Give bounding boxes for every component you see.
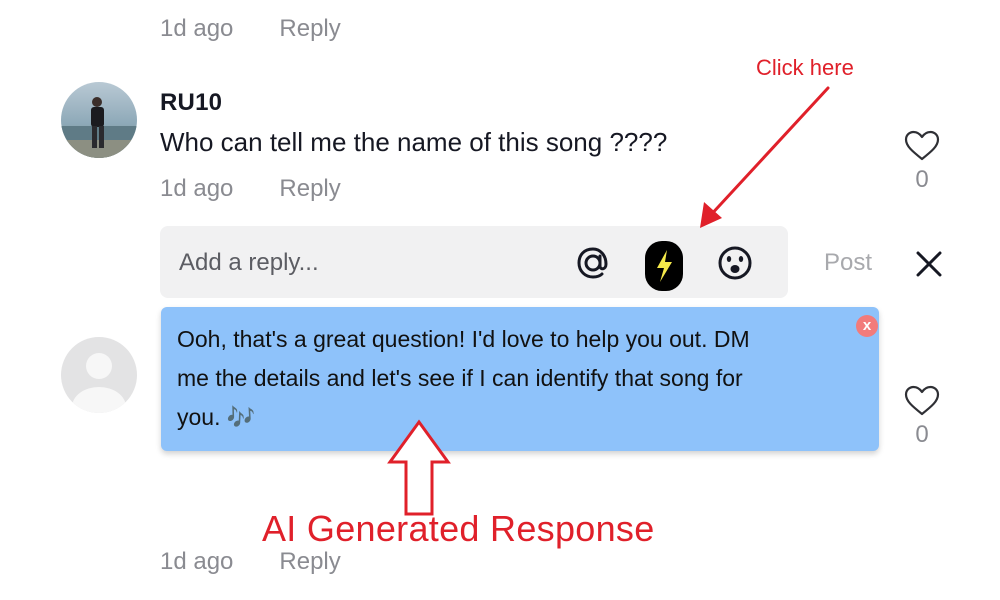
comment-time: 1d ago [160,15,234,42]
reply-link[interactable]: Reply [279,548,340,575]
comment-username[interactable]: RU10 [160,89,222,117]
like-count: 0 [915,421,929,448]
avatar-placeholder[interactable] [61,337,137,413]
annotation-arrow-icon [700,86,830,228]
reply-placeholder: Add a reply... [179,249,319,276]
ai-suggestion-line: Ooh, that's a great question! I'd love t… [177,326,750,352]
like-count: 0 [915,166,929,193]
like-button[interactable]: 0 [892,385,952,449]
post-button[interactable]: Post [824,249,872,277]
close-icon[interactable] [914,249,944,279]
heart-icon[interactable] [904,385,940,417]
annotation-ai-generated: AI Generated Response [262,508,655,549]
reply-link[interactable]: Reply [279,15,340,42]
ai-lightning-icon[interactable] [644,240,684,292]
heart-icon[interactable] [904,130,940,162]
comment-meta: 1d ago Reply [160,175,341,203]
ai-suggestion-line: you. 🎶 [177,404,256,430]
like-button[interactable]: 0 [892,130,952,194]
comment-time: 1d ago [160,548,234,575]
ai-suggestion-text[interactable]: Ooh, that's a great question! I'd love t… [177,320,867,437]
mention-icon[interactable] [573,243,613,283]
annotation-up-arrow-icon [387,419,451,516]
ai-suggestion-close-button[interactable]: x [856,315,878,337]
annotation-click-here: Click here [756,55,854,80]
user-photo [61,82,137,158]
comment-meta-top: 1d ago Reply [160,15,341,43]
avatar[interactable] [61,82,137,158]
ai-suggestion-line: me the details and let's see if I can id… [177,365,743,391]
comment-meta-bottom: 1d ago Reply [160,548,341,576]
comment-text: Who can tell me the name of this song ??… [160,127,668,157]
comment-time: 1d ago [160,175,234,202]
emoji-icon[interactable] [715,243,755,283]
default-avatar-icon [61,337,137,413]
reply-link[interactable]: Reply [279,175,340,202]
